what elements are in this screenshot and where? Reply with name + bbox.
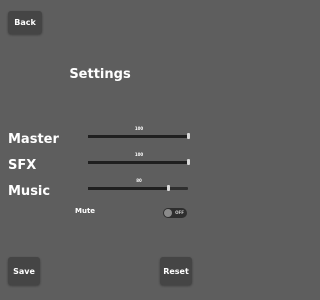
sfx-label: SFX <box>8 158 37 173</box>
mute-toggle-knob <box>164 209 172 217</box>
music-value: 80 <box>136 178 142 183</box>
music-slider-handle[interactable] <box>167 185 170 191</box>
sfx-slider-track <box>88 161 188 164</box>
mute-toggle[interactable]: OFF <box>163 208 187 218</box>
music-label: Music <box>8 184 51 199</box>
page-title: Settings <box>69 67 131 82</box>
master-label: Master <box>8 132 59 147</box>
mute-label: Mute <box>75 207 96 215</box>
master-slider-fill <box>88 135 188 138</box>
music-slider-track <box>88 187 188 190</box>
master-slider-handle[interactable] <box>187 133 190 139</box>
master-slider-track <box>88 135 188 138</box>
master-slider[interactable]: 100 <box>88 126 190 140</box>
save-button[interactable]: Save <box>8 257 40 285</box>
master-value: 100 <box>134 126 144 131</box>
sfx-slider-handle[interactable] <box>187 159 190 165</box>
sfx-value: 100 <box>134 152 144 157</box>
back-button[interactable]: Back <box>8 11 42 34</box>
reset-button[interactable]: Reset <box>160 257 192 285</box>
music-slider-fill <box>88 187 168 190</box>
mute-toggle-state: OFF <box>175 210 184 215</box>
music-slider[interactable]: 80 <box>88 178 190 192</box>
sfx-slider[interactable]: 100 <box>88 152 190 166</box>
sfx-slider-fill <box>88 161 188 164</box>
